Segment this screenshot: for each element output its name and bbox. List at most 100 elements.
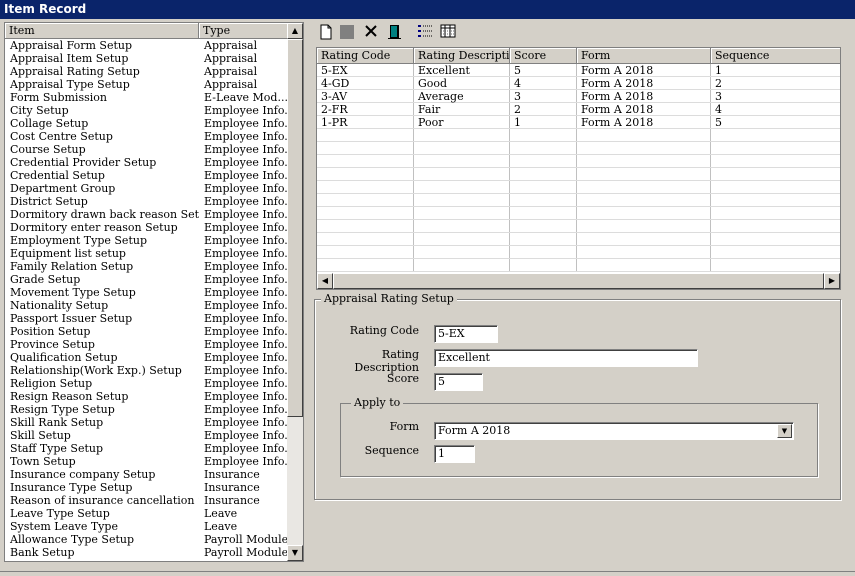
- scroll-up-icon[interactable]: ▲: [287, 23, 303, 39]
- list-item[interactable]: District Setup Employee Info.: [5, 195, 289, 208]
- sequence-field[interactable]: 1: [434, 445, 475, 463]
- table-row[interactable]: 1-PR Poor 1 Form A 2018 5: [317, 116, 840, 129]
- list-item[interactable]: Appraisal Form Setup Appraisal: [5, 39, 289, 52]
- horizontal-scroll-thumb[interactable]: [333, 273, 824, 289]
- column-header-rating-description[interactable]: Rating Descripti...: [414, 48, 510, 64]
- save-icon[interactable]: [338, 24, 356, 42]
- apply-to-group: Apply to: [340, 396, 818, 477]
- item-name: Town Setup: [10, 455, 76, 468]
- list-item[interactable]: Credential Provider Setup Employee Info.: [5, 156, 289, 169]
- list-item[interactable]: Bank Setup Payroll Module: [5, 546, 289, 559]
- list-item[interactable]: Allowance Type Setup Payroll Module: [5, 533, 289, 546]
- toolbar: [313, 22, 853, 44]
- item-name: System Leave Type: [10, 520, 118, 533]
- new-icon[interactable]: [317, 24, 335, 42]
- item-type: Insurance: [204, 468, 260, 481]
- exit-icon[interactable]: [385, 24, 403, 42]
- list-item[interactable]: Skill Rank Setup Employee Info.: [5, 416, 289, 429]
- table-cell: Form A 2018: [581, 116, 654, 129]
- list-item[interactable]: Form Submission E-Leave Mod...: [5, 91, 289, 104]
- list-item[interactable]: Insurance company Setup Insurance: [5, 468, 289, 481]
- list-item[interactable]: Leave Type Setup Leave: [5, 507, 289, 520]
- scroll-thumb[interactable]: [287, 39, 303, 417]
- list-item[interactable]: Insurance Type Setup Insurance: [5, 481, 289, 494]
- list-item[interactable]: Family Relation Setup Employee Info.: [5, 260, 289, 273]
- item-name: Resign Type Setup: [10, 403, 115, 416]
- list-item[interactable]: Appraisal Item Setup Appraisal: [5, 52, 289, 65]
- item-name: District Setup: [10, 195, 88, 208]
- table-cell: 1: [715, 64, 722, 77]
- list-item[interactable]: Staff Type Setup Employee Info.: [5, 442, 289, 455]
- table-cell: 1-PR: [321, 116, 348, 129]
- item-name: Bank Setup: [10, 546, 75, 559]
- item-name: Insurance company Setup: [10, 468, 156, 481]
- list-item[interactable]: Course Setup Employee Info.: [5, 143, 289, 156]
- chevron-down-icon[interactable]: ▼: [777, 424, 792, 438]
- list-item[interactable]: Department Group Employee Info.: [5, 182, 289, 195]
- item-type: Employee Info.: [204, 377, 288, 390]
- list-item[interactable]: Reason of insurance cancellation Setup In…: [5, 494, 289, 507]
- list-item[interactable]: Position Setup Employee Info.: [5, 325, 289, 338]
- list-item[interactable]: Dormitory enter reason Setup Employee Inf…: [5, 221, 289, 234]
- item-type: Employee Info.: [204, 299, 288, 312]
- scroll-down-icon[interactable]: ▼: [287, 545, 303, 561]
- list-item[interactable]: Religion Setup Employee Info.: [5, 377, 289, 390]
- list-item[interactable]: Cost Centre Setup Employee Info.: [5, 130, 289, 143]
- grid-row-line: [317, 232, 840, 233]
- scroll-left-icon[interactable]: ◀: [317, 273, 333, 289]
- list-item[interactable]: Qualification Setup Employee Info.: [5, 351, 289, 364]
- list-item[interactable]: Movement Type Setup Employee Info.: [5, 286, 289, 299]
- list-item[interactable]: Collage Setup Employee Info.: [5, 117, 289, 130]
- list-item[interactable]: Skill Setup Employee Info.: [5, 429, 289, 442]
- list-item[interactable]: Appraisal Rating Setup Appraisal: [5, 65, 289, 78]
- table-row[interactable]: 3-AV Average 3 Form A 2018 3: [317, 90, 840, 103]
- item-list[interactable]: Item Type Appraisal Form Setup Appraisal A…: [4, 22, 304, 562]
- item-type: Employee Info.: [204, 117, 288, 130]
- list-item[interactable]: Equipment list setup Employee Info.: [5, 247, 289, 260]
- item-name: Nationality Setup: [10, 299, 109, 312]
- delete-icon[interactable]: [362, 24, 380, 42]
- form-label: Form: [389, 420, 419, 433]
- item-list-scrollbar[interactable]: ▲ ▼: [287, 23, 303, 561]
- grid-row-line: [317, 258, 840, 259]
- scroll-right-icon[interactable]: ▶: [824, 273, 840, 289]
- table-row[interactable]: 4-GD Good 4 Form A 2018 2: [317, 77, 840, 90]
- list-item[interactable]: Resign Reason Setup Employee Info.: [5, 390, 289, 403]
- item-type: Employee Info.: [204, 182, 288, 195]
- list-item[interactable]: Employment Type Setup Employee Info.: [5, 234, 289, 247]
- rating-description-label: Rating Description: [354, 348, 419, 374]
- item-name: Family Relation Setup: [10, 260, 134, 273]
- column-header-sequence[interactable]: Sequence: [711, 48, 840, 64]
- list-item[interactable]: System Leave Type Leave: [5, 520, 289, 533]
- item-name: Qualification Setup: [10, 351, 118, 364]
- list-item[interactable]: City Setup Employee Info.: [5, 104, 289, 117]
- list-view-icon[interactable]: [416, 24, 434, 42]
- rating-grid[interactable]: Rating Code Rating Descripti... Score Fo…: [316, 47, 841, 290]
- item-type: Leave: [204, 520, 238, 533]
- list-item[interactable]: Province Setup Employee Info.: [5, 338, 289, 351]
- list-item[interactable]: Appraisal Type Setup Appraisal: [5, 78, 289, 91]
- rating-grid-scrollbar[interactable]: ◀ ▶: [317, 273, 840, 289]
- detail-view-icon[interactable]: [439, 24, 457, 42]
- column-header-score[interactable]: Score: [510, 48, 577, 64]
- list-item[interactable]: Relationship(Work Exp.) Setup Employee In…: [5, 364, 289, 377]
- column-header-item[interactable]: Item: [5, 23, 199, 39]
- rating-description-field[interactable]: Excellent: [434, 349, 698, 367]
- item-type: Employee Info.: [204, 286, 288, 299]
- list-item[interactable]: Nationality Setup Employee Info.: [5, 299, 289, 312]
- list-item[interactable]: Town Setup Employee Info.: [5, 455, 289, 468]
- list-item[interactable]: Resign Type Setup Employee Info.: [5, 403, 289, 416]
- table-row[interactable]: 2-FR Fair 2 Form A 2018 4: [317, 103, 840, 116]
- rating-code-field[interactable]: 5-EX: [434, 325, 498, 343]
- column-header-type[interactable]: Type: [199, 23, 289, 39]
- score-field[interactable]: 5: [434, 373, 483, 391]
- form-select[interactable]: Form A 2018 ▼: [434, 422, 794, 440]
- list-item[interactable]: Credential Setup Employee Info.: [5, 169, 289, 182]
- item-type: Employee Info.: [204, 234, 288, 247]
- list-item[interactable]: Passport Issuer Setup Employee Info.: [5, 312, 289, 325]
- list-item[interactable]: Dormitory drawn back reason Setup Employe…: [5, 208, 289, 221]
- column-header-rating-code[interactable]: Rating Code: [317, 48, 414, 64]
- list-item[interactable]: Grade Setup Employee Info.: [5, 273, 289, 286]
- column-header-form[interactable]: Form: [577, 48, 711, 64]
- table-row[interactable]: 5-EX Excellent 5 Form A 2018 1: [317, 64, 840, 77]
